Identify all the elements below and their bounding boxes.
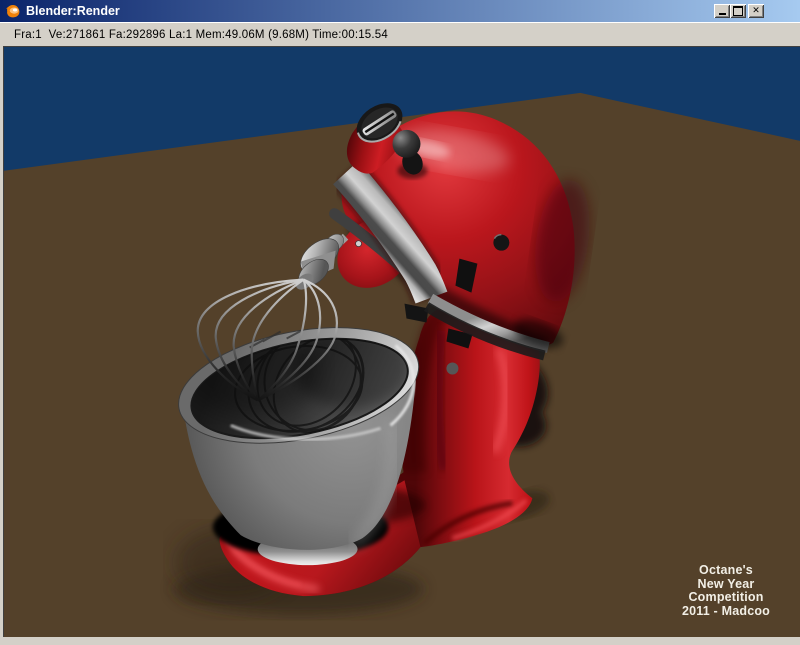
render-viewport: Octane's New Year Competition 2011 - Mad… [3, 46, 800, 637]
window-controls: ✕ [714, 4, 764, 18]
watermark: Octane's New Year Competition 2011 - Mad… [641, 563, 800, 618]
titlebar[interactable]: Blender:Render ✕ [0, 0, 800, 22]
watermark-line-4: 2011 - Madcoo [681, 603, 771, 618]
maximize-button[interactable] [730, 4, 746, 18]
render-stats-text: Fra:1 Ve:271861 Fa:292896 La:1 Mem:49.06… [14, 28, 388, 41]
minimize-button[interactable] [714, 4, 730, 18]
render-stats-bar: Fra:1 Ve:271861 Fa:292896 La:1 Mem:49.06… [0, 22, 800, 46]
minimize-icon [718, 13, 726, 15]
blender-logo-icon [5, 3, 21, 19]
watermark-line-1: Octane's [699, 563, 753, 577]
blender-render-window: Blender:Render ✕ Fra:1 Ve:271861 Fa:2928… [0, 0, 800, 645]
dome-pin [355, 240, 362, 248]
close-icon: ✕ [752, 6, 760, 16]
window-title: Blender:Render [26, 4, 120, 18]
maximize-icon [733, 6, 743, 16]
watermark-line-3: Competition [688, 590, 764, 604]
render-image [4, 47, 800, 637]
head-knob [392, 129, 421, 158]
hinge-screw [446, 362, 459, 375]
close-button[interactable]: ✕ [748, 4, 764, 18]
watermark-line-2: New Year [697, 576, 755, 591]
